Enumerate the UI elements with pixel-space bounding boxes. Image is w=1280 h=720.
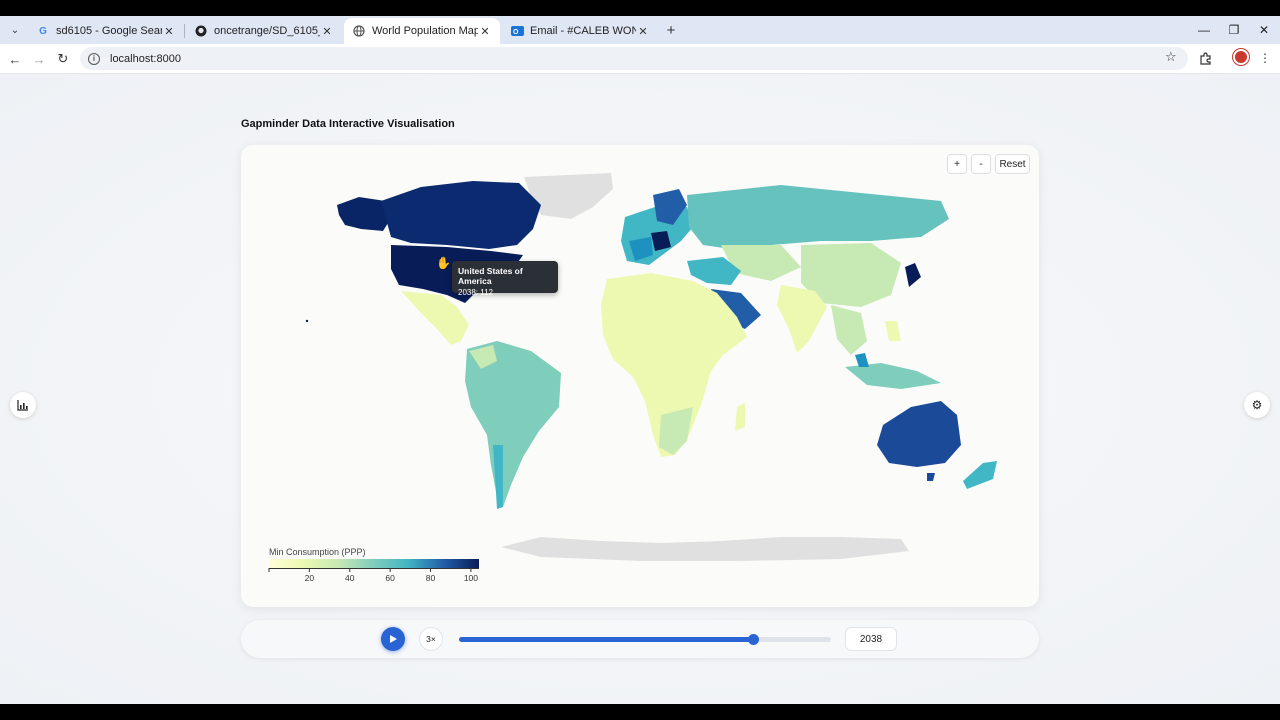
page-content: Gapminder Data Interactive Visualisation… bbox=[0, 74, 1280, 704]
country-australia[interactable] bbox=[877, 401, 961, 467]
profile-avatar[interactable] bbox=[1233, 49, 1249, 65]
year-slider[interactable] bbox=[459, 634, 831, 645]
url-text: localhost:8000 bbox=[110, 52, 181, 65]
tab-strip: ⌄ G sd6105 - Google Search ✕ oncetrange/… bbox=[0, 16, 1280, 44]
tab-search-icon[interactable]: ⌄ bbox=[6, 21, 24, 39]
address-bar[interactable]: i localhost:8000 bbox=[80, 47, 1188, 70]
speed-button[interactable]: 3× bbox=[419, 627, 443, 651]
country-new-zealand[interactable] bbox=[963, 461, 997, 489]
close-icon[interactable]: ✕ bbox=[162, 24, 176, 38]
tab-google-search[interactable]: G sd6105 - Google Search ✕ bbox=[28, 18, 184, 44]
extensions-icon[interactable] bbox=[1196, 49, 1214, 67]
reload-icon[interactable]: ↻ bbox=[54, 50, 72, 68]
tab-title: World Population Map bbox=[372, 25, 478, 37]
google-icon: G bbox=[39, 25, 47, 37]
country-madagascar[interactable] bbox=[735, 403, 745, 431]
tab-separator bbox=[184, 24, 185, 38]
chart-panel-icon[interactable] bbox=[10, 392, 36, 418]
play-icon bbox=[390, 635, 397, 643]
country-hawaii[interactable] bbox=[305, 319, 309, 323]
legend-tick-label: 80 bbox=[425, 573, 436, 583]
page-title: Gapminder Data Interactive Visualisation bbox=[241, 118, 455, 130]
legend-tick-label: 40 bbox=[345, 573, 355, 583]
country-russia[interactable] bbox=[687, 185, 949, 249]
country-tasmania[interactable] bbox=[927, 473, 935, 481]
legend-tick-label: 20 bbox=[304, 573, 315, 583]
tab-world-population-map[interactable]: World Population Map ✕ bbox=[344, 18, 500, 44]
country-southeast-asia[interactable] bbox=[831, 305, 867, 355]
new-tab-button[interactable]: + bbox=[662, 21, 680, 39]
svg-text:O: O bbox=[513, 29, 519, 36]
zoom-in-button[interactable]: + bbox=[947, 154, 967, 174]
close-icon[interactable]: ✕ bbox=[320, 24, 334, 38]
forward-icon[interactable]: → bbox=[30, 50, 48, 68]
tab-title: sd6105 - Google Search bbox=[56, 25, 162, 37]
close-icon[interactable]: ✕ bbox=[478, 24, 492, 38]
browser-window: ⌄ G sd6105 - Google Search ✕ oncetrange/… bbox=[0, 16, 1280, 704]
slider-thumb[interactable] bbox=[747, 634, 759, 645]
map-card: + - Reset Min Consumption (PPP) 20 40 60 80… bbox=[241, 145, 1039, 607]
bookmark-star-icon[interactable]: ☆ bbox=[1165, 49, 1177, 65]
hand-cursor-icon: ✋ bbox=[436, 256, 451, 270]
timeline-controls: 3× 2038 bbox=[241, 620, 1039, 658]
play-button[interactable] bbox=[381, 627, 405, 651]
globe-icon bbox=[352, 24, 366, 38]
window-close-icon[interactable]: ✕ bbox=[1252, 20, 1276, 40]
tooltip-country: United States of America bbox=[458, 266, 523, 286]
tab-title: oncetrange/SD_6105_Project bbox=[214, 25, 320, 37]
tab-title: Email - #CALEB WONG CHENG bbox=[530, 25, 636, 37]
browser-toolbar: ← → ↻ i localhost:8000 ☆ ⋮ bbox=[0, 44, 1280, 74]
country-tooltip: United States of America 2038: 112 bbox=[452, 261, 558, 297]
outlook-icon: O bbox=[510, 24, 524, 38]
reset-button[interactable]: Reset bbox=[995, 154, 1030, 174]
slider-fill bbox=[459, 637, 753, 642]
settings-gear-icon[interactable]: ⚙ bbox=[1244, 392, 1270, 418]
more-menu-icon[interactable]: ⋮ bbox=[1256, 49, 1274, 67]
tab-email[interactable]: O Email - #CALEB WONG CHENG ✕ bbox=[502, 18, 658, 44]
minimize-icon[interactable]: — bbox=[1192, 20, 1216, 40]
legend-tick-label: 60 bbox=[385, 573, 395, 583]
restore-icon[interactable]: ❐ bbox=[1222, 20, 1246, 40]
legend-title: Min Consumption (PPP) bbox=[269, 547, 366, 557]
country-malaysia[interactable] bbox=[855, 353, 869, 367]
country-philippines[interactable] bbox=[885, 321, 901, 341]
year-display[interactable]: 2038 bbox=[845, 627, 897, 651]
country-japan[interactable] bbox=[905, 263, 921, 287]
close-icon[interactable]: ✕ bbox=[636, 24, 650, 38]
github-icon bbox=[194, 24, 208, 38]
world-map[interactable] bbox=[241, 145, 1039, 607]
country-antarctica[interactable] bbox=[501, 537, 909, 561]
back-icon[interactable]: ← bbox=[6, 50, 24, 68]
legend-tick-label: 100 bbox=[463, 573, 479, 583]
tab-github[interactable]: oncetrange/SD_6105_Project ✕ bbox=[186, 18, 342, 44]
country-canada[interactable] bbox=[381, 181, 541, 249]
legend-color-ramp bbox=[269, 559, 479, 568]
site-info-icon[interactable]: i bbox=[88, 52, 100, 65]
zoom-out-button[interactable]: - bbox=[971, 154, 991, 174]
tooltip-value: 2038: 112 bbox=[458, 288, 493, 297]
